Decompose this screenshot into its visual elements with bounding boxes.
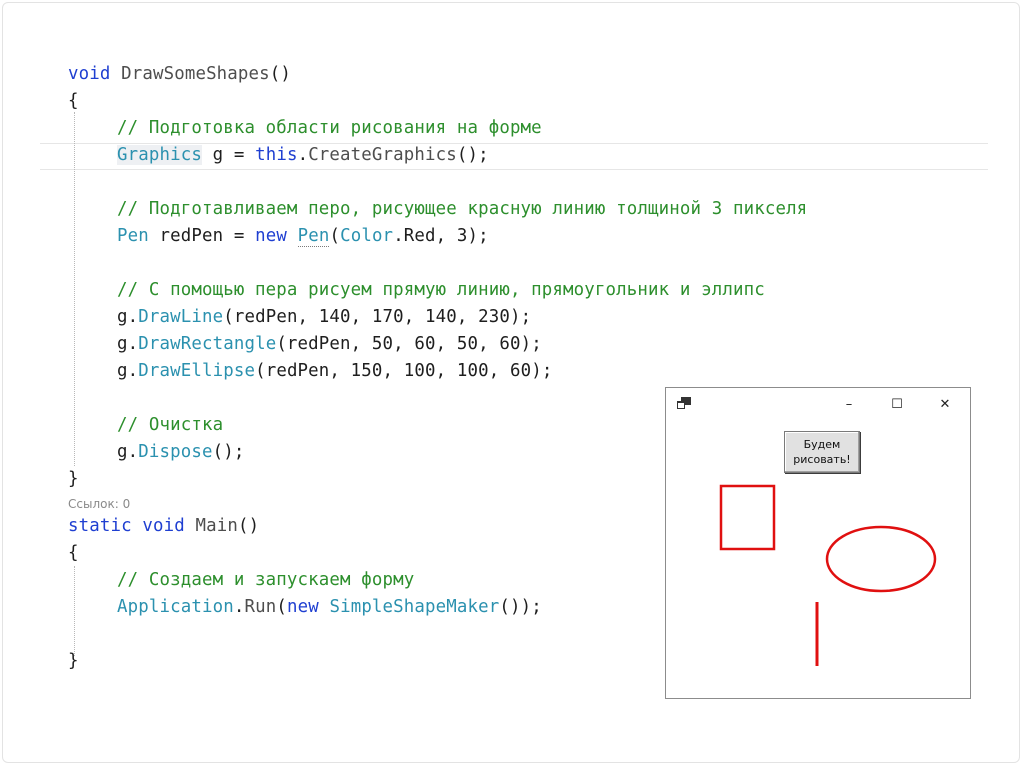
drawing-surface [719, 484, 937, 666]
keyword-static: static [68, 516, 132, 536]
form-window[interactable]: – ☐ ✕ Будем рисовать! [665, 387, 971, 699]
code-line-method-signature[interactable]: void DrawSomeShapes() [68, 61, 291, 88]
type-pen: Pen [117, 226, 149, 246]
parens: () [237, 516, 260, 536]
code-line-draw-rectangle[interactable]: g.DrawRectangle(redPen, 50, 60, 50, 60); [68, 331, 542, 358]
paren: ( [329, 226, 341, 246]
keyword-new: new [255, 226, 287, 246]
code-line-comment[interactable]: // Создаем и запускаем форму [68, 567, 414, 594]
brace: } [68, 651, 79, 671]
type-simpleshapemaker: SimpleShapeMaker [329, 597, 500, 617]
code-line-draw-ellipse[interactable]: g.DrawEllipse(redPen, 150, 100, 100, 60)… [68, 358, 552, 385]
args: (redPen, 140, 170, 140, 230); [223, 307, 532, 327]
brace: { [68, 543, 79, 563]
code-line-close-brace[interactable]: } [68, 466, 79, 493]
object-g: g. [117, 334, 139, 354]
type-application: Application [117, 597, 234, 617]
code-line-create-graphics[interactable]: Graphics g = this.CreateGraphics(); [68, 142, 489, 169]
code-line-application-run[interactable]: Application.Run(new SimpleShapeMaker()); [68, 594, 542, 621]
code-line-draw-line[interactable]: g.DrawLine(redPen, 140, 170, 140, 230); [68, 304, 531, 331]
comment-text: // Подготовка области рисования на форме [117, 118, 542, 138]
comment-text: // Подготавливаем перо, рисующее красную… [117, 199, 808, 219]
var-assign: redPen = [148, 226, 256, 246]
keyword-void: void [68, 64, 111, 84]
method-create-graphics: CreateGraphics [308, 145, 457, 165]
type-pen-constructor: Pen [297, 226, 330, 247]
keyword-this: this [255, 145, 298, 165]
red-rectangle [719, 484, 776, 551]
method-name: Main [184, 516, 238, 536]
var-assign: g = [201, 145, 256, 165]
red-ellipse [825, 525, 937, 593]
args: (redPen, 50, 60, 50, 60); [276, 334, 542, 354]
code-line-open-brace[interactable]: { [68, 540, 79, 567]
parens: () [269, 64, 292, 84]
code-line-create-pen[interactable]: Pen redPen = new Pen(Color.Red, 3); [68, 223, 489, 250]
method-drawrectangle: DrawRectangle [138, 334, 277, 354]
method-dispose: Dispose [138, 442, 213, 462]
code-line-open-brace[interactable]: { [68, 88, 79, 115]
call-end: ()); [499, 597, 542, 617]
object-g: g. [117, 307, 139, 327]
comment-text: // Очистка [117, 415, 224, 435]
keyword-void: void [142, 516, 185, 536]
code-line-comment[interactable]: // С помощью пера рисуем прямую линию, п… [68, 277, 765, 304]
args: (redPen, 150, 100, 100, 60); [255, 361, 553, 381]
type-graphics: Graphics [117, 145, 202, 165]
keyword-new: new [286, 597, 319, 617]
code-lens-references[interactable]: Ссылок: 0 [68, 497, 130, 511]
method-drawline: DrawLine [138, 307, 224, 327]
code-line-main-signature[interactable]: static void Main() [68, 513, 259, 540]
method-name: DrawSomeShapes [110, 64, 270, 84]
method-run: Run [244, 597, 277, 617]
code-line-comment[interactable]: // Подготавливаем перо, рисующее красную… [68, 196, 807, 223]
args: .Red, 3); [393, 226, 489, 246]
dot: . [233, 597, 245, 617]
code-line-close-brace[interactable]: } [68, 648, 79, 675]
code-line-comment[interactable]: // Очистка [68, 412, 223, 439]
comment-text: // Создаем и запускаем форму [117, 570, 415, 590]
call-end: (); [456, 145, 489, 165]
paren: ( [276, 597, 287, 617]
code-line-comment[interactable]: // Подготовка области рисования на форме [68, 115, 542, 142]
type-color: Color [340, 226, 394, 246]
method-drawellipse: DrawEllipse [138, 361, 256, 381]
object-g: g. [117, 442, 139, 462]
object-g: g. [117, 361, 139, 381]
comment-text: // С помощью пера рисуем прямую линию, п… [117, 280, 765, 300]
call-end: (); [212, 442, 245, 462]
brace: } [68, 469, 79, 489]
dot: . [297, 145, 309, 165]
code-line-dispose[interactable]: g.Dispose(); [68, 439, 244, 466]
brace: { [68, 91, 79, 111]
